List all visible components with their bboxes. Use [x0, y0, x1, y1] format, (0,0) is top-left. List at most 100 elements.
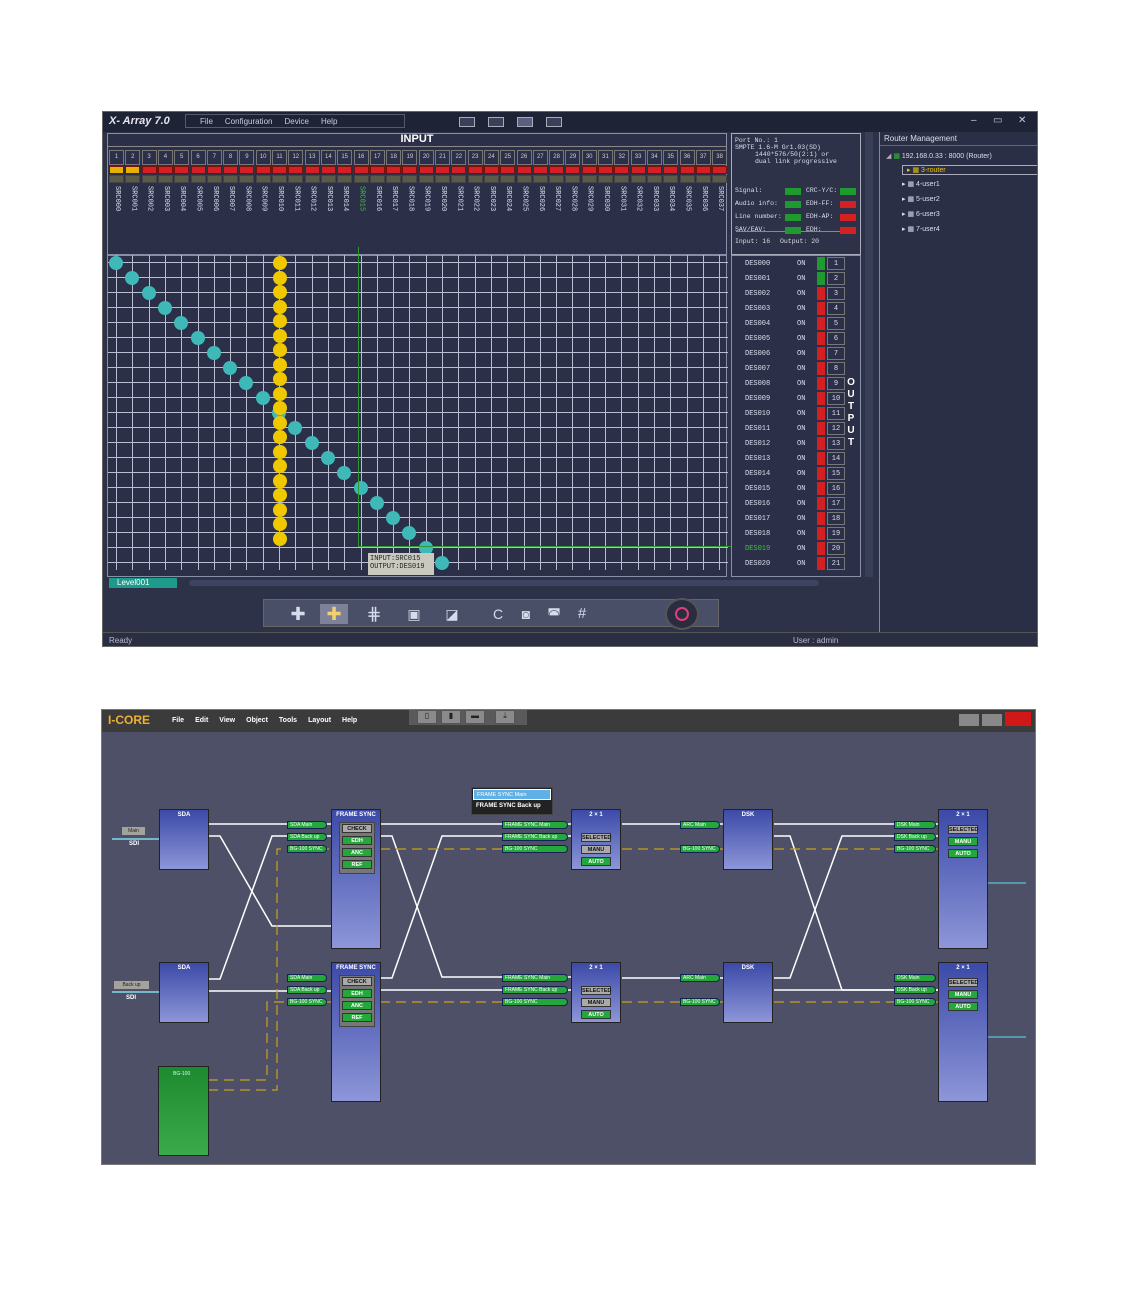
grid-icon[interactable]: # [568, 604, 596, 624]
input-port[interactable]: ARC Main [680, 974, 720, 982]
unlock-all-icon[interactable]: ◚ [540, 604, 568, 624]
source-label[interactable]: SRC032 [631, 186, 646, 241]
control-button[interactable]: MANU [948, 837, 978, 846]
output-row[interactable]: DES019 ON 20 [737, 542, 845, 556]
control-button[interactable]: CHECK [342, 977, 372, 986]
crosspoint[interactable] [369, 496, 384, 510]
view-layout-1-button[interactable] [459, 117, 475, 127]
input-port[interactable]: SDA Main [287, 821, 327, 829]
input-mute-indicator[interactable] [565, 175, 581, 183]
menu-configuration[interactable]: Configuration [225, 117, 273, 126]
source-label[interactable]: SRC033 [647, 186, 662, 241]
input-port[interactable]: DSK Main [894, 974, 936, 982]
crosspoint-selected[interactable] [273, 415, 287, 430]
output-row[interactable]: DES007 ON 8 [737, 362, 845, 376]
crosspoint-selected[interactable] [273, 430, 287, 444]
source-label[interactable]: SRC005 [191, 186, 206, 241]
input-port[interactable]: BG-100 SYNC [894, 998, 936, 1006]
input-mute-indicator[interactable] [516, 175, 532, 183]
input-port[interactable]: FRAME SYNC Main [502, 974, 568, 982]
crosspoint-selected[interactable] [273, 372, 287, 386]
crosspoint-matrix[interactable] [107, 255, 727, 577]
tree-item[interactable]: ▸ ▦ 4-user1 [902, 180, 940, 188]
crosspoint-selected[interactable] [273, 343, 287, 357]
input-mute-indicator[interactable] [646, 175, 662, 183]
source-label[interactable]: SRC036 [696, 186, 711, 241]
menu-device[interactable]: Device [284, 117, 308, 126]
view-layout-4-button[interactable] [546, 117, 562, 127]
crosspoint[interactable] [353, 481, 368, 495]
source-label[interactable]: SRC027 [549, 186, 564, 241]
input-mute-indicator[interactable] [353, 175, 369, 183]
input-mute-indicator[interactable] [402, 175, 418, 183]
crosspoint[interactable] [141, 286, 156, 300]
source-label[interactable]: SRC008 [239, 186, 254, 241]
output-row[interactable]: DES002 ON 3 [737, 287, 845, 301]
source-label[interactable]: SRC007 [223, 186, 238, 241]
input-port[interactable]: BG-100 SYNC [287, 998, 327, 1006]
input-mute-indicator[interactable] [549, 175, 565, 183]
control-button[interactable]: EDH [342, 989, 372, 998]
input-port[interactable]: BG-100 SYNC [287, 845, 327, 853]
lock-icon[interactable]: ▣ [400, 604, 428, 624]
source-label[interactable]: SRC013 [321, 186, 336, 241]
crosspoint-selected[interactable] [273, 444, 287, 459]
menu-file[interactable]: File [200, 117, 213, 126]
view-layout-2-button[interactable] [488, 117, 504, 127]
output-row[interactable]: DES013 ON 14 [737, 452, 845, 466]
source-label[interactable]: SRC000 [109, 186, 124, 241]
output-row[interactable]: DES006 ON 7 [737, 347, 845, 361]
control-button[interactable]: MANU [581, 845, 611, 854]
input-mute-indicator[interactable] [320, 175, 336, 183]
output-row[interactable]: DES001 ON 2 [737, 272, 845, 286]
touch-icon[interactable] [665, 598, 699, 630]
tree-item[interactable]: ▸ ▦ 6-user3 [902, 210, 940, 218]
source-label[interactable]: SRC034 [663, 186, 678, 241]
control-button[interactable]: AUTO [581, 857, 611, 866]
level-tab[interactable]: Level001 [109, 578, 177, 588]
dsk-block[interactable]: DSK [723, 809, 773, 870]
tree-item[interactable]: ▸ ▦ 5-user2 [902, 195, 940, 203]
source-label[interactable]: SRC020 [435, 186, 450, 241]
crosspoint-selected[interactable] [273, 285, 287, 299]
input-mute-indicator[interactable] [190, 175, 206, 183]
crosspoint[interactable] [320, 451, 335, 465]
input-mute-indicator[interactable] [125, 175, 141, 183]
control-button[interactable]: REF [342, 1013, 372, 1022]
source-label[interactable]: SRC010 [272, 186, 287, 241]
popup-item-backup[interactable]: FRAME SYNC Back up [476, 803, 541, 809]
input-mute-indicator[interactable] [663, 175, 679, 183]
input-port[interactable]: BG-100 SYNC [894, 845, 936, 853]
source-label[interactable]: SRC035 [680, 186, 695, 241]
input-mute-indicator[interactable] [157, 175, 173, 183]
horizontal-scrollbar[interactable] [189, 580, 819, 586]
control-button[interactable]: AUTO [948, 1002, 978, 1011]
output-scrollbar[interactable] [865, 132, 873, 577]
crosspoint[interactable] [190, 331, 205, 345]
input-mute-indicator[interactable] [467, 175, 483, 183]
control-button[interactable]: REF [342, 860, 372, 869]
input-mute-indicator[interactable] [483, 175, 499, 183]
output-row[interactable]: DES014 ON 15 [737, 467, 845, 481]
cross-icon[interactable]: ✚ [284, 604, 312, 624]
crosspoint[interactable] [435, 556, 449, 570]
input-mute-indicator[interactable] [337, 175, 353, 183]
menu-help[interactable]: Help [321, 117, 337, 126]
input-port[interactable]: ARC Main [680, 821, 720, 829]
crosspoint-selected[interactable] [273, 314, 287, 328]
output-row[interactable]: DES011 ON 12 [737, 422, 845, 436]
control-button[interactable]: SELECTED [948, 825, 978, 834]
source-label[interactable]: SRC024 [500, 186, 515, 241]
source-label[interactable]: SRC023 [484, 186, 499, 241]
crosspoint[interactable] [223, 361, 238, 375]
input-mute-indicator[interactable] [369, 175, 385, 183]
output-row[interactable]: DES010 ON 11 [737, 407, 845, 421]
input-mute-indicator[interactable] [712, 175, 728, 183]
source-label[interactable]: SRC002 [142, 186, 157, 241]
crosspoint[interactable] [109, 256, 123, 270]
control-button[interactable]: ANC [342, 848, 372, 857]
crosspoint[interactable] [157, 301, 172, 315]
output-row[interactable]: DES016 ON 17 [737, 497, 845, 511]
source-label[interactable]: SRC016 [370, 186, 385, 241]
crosspoint-selected[interactable] [273, 473, 287, 488]
